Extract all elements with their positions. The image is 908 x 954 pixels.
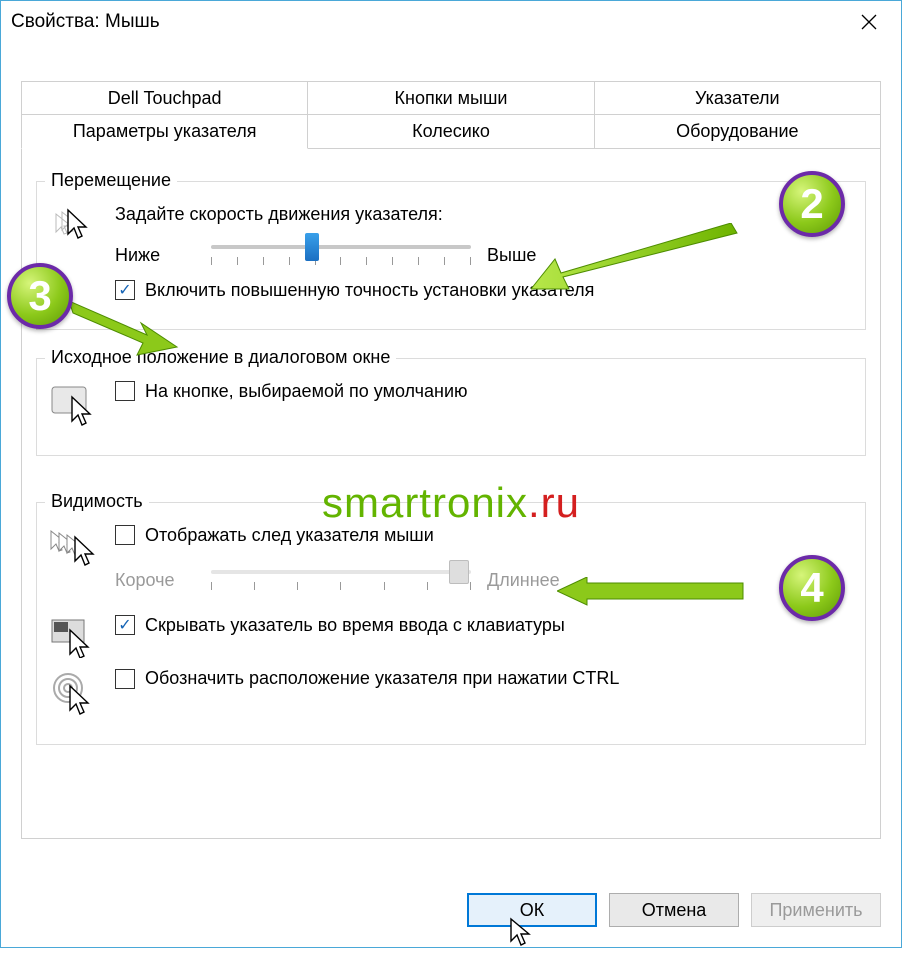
pointer-trails-icon [47, 525, 101, 569]
trail-short-label: Короче [115, 570, 195, 591]
snap-to-icon [47, 381, 101, 427]
ok-button[interactable]: ОК [467, 893, 597, 927]
apply-button: Применить [751, 893, 881, 927]
show-location-ctrl-label: Обозначить расположение указателя при на… [145, 668, 619, 689]
pointer-speed-slider[interactable] [211, 237, 471, 273]
tab-pointers[interactable]: Указатели [595, 81, 881, 115]
hide-when-typing-label: Скрывать указатель во время ввода с клав… [145, 615, 565, 636]
enhance-precision-checkbox[interactable]: ✓ Включить повышенную точность установки… [115, 280, 594, 301]
hide-when-typing-checkbox[interactable]: ✓ Скрывать указатель во время ввода с кл… [115, 615, 565, 636]
tab-pointer-options[interactable]: Параметры указателя [21, 114, 308, 149]
group-visibility: Видимость Отображать след указателя мыши [36, 502, 866, 746]
mouse-properties-window: Свойства: Мышь Dell Touchpad Кнопки мыши… [0, 0, 902, 948]
tab-mouse-buttons[interactable]: Кнопки мыши [308, 81, 594, 115]
checkmark-icon: ✓ [115, 280, 135, 300]
checkmark-icon: ✓ [115, 615, 135, 635]
speed-low-label: Ниже [115, 245, 195, 266]
annotation-badge-2: 2 [779, 171, 845, 237]
trail-length-slider [211, 562, 471, 598]
tabs-row-2: Параметры указателя Колесико Оборудовани… [21, 114, 881, 149]
tabs-row-1: Dell Touchpad Кнопки мыши Указатели [21, 81, 881, 115]
cancel-button[interactable]: Отмена [609, 893, 739, 927]
snap-to-default-label: На кнопке, выбираемой по умолчанию [145, 381, 468, 402]
motion-instruction: Задайте скорость движения указателя: [115, 204, 855, 225]
hide-typing-icon [47, 614, 101, 658]
tab-wheel[interactable]: Колесико [308, 114, 594, 149]
enhance-precision-label: Включить повышенную точность установки у… [145, 280, 594, 301]
group-visibility-legend: Видимость [45, 491, 149, 512]
close-icon [861, 14, 877, 30]
tab-dell-touchpad[interactable]: Dell Touchpad [21, 81, 308, 115]
annotation-arrow-4 [557, 577, 747, 617]
display-trails-checkbox[interactable]: Отображать след указателя мыши [115, 525, 434, 546]
window-title: Свойства: Мышь [11, 11, 160, 33]
cursor-icon [509, 917, 531, 947]
group-motion-legend: Перемещение [45, 170, 177, 191]
snap-to-default-checkbox[interactable]: На кнопке, выбираемой по умолчанию [115, 381, 468, 402]
motion-cursor-icon [47, 204, 101, 244]
show-location-ctrl-checkbox[interactable]: Обозначить расположение указателя при на… [115, 668, 619, 689]
tab-hardware[interactable]: Оборудование [595, 114, 881, 149]
watermark: smartronix.ru [322, 479, 580, 527]
ctrl-locate-icon [47, 668, 101, 716]
group-snap-to: Исходное положение в диалоговом окне На … [36, 358, 866, 456]
titlebar: Свойства: Мышь [1, 1, 901, 43]
display-trails-label: Отображать след указателя мыши [145, 525, 434, 546]
annotation-badge-4: 4 [779, 555, 845, 621]
close-button[interactable] [847, 6, 891, 38]
annotation-arrow-3 [69, 301, 179, 359]
trail-long-label: Длиннее [487, 570, 567, 591]
annotation-arrow-2 [531, 223, 741, 293]
annotation-badge-3: 3 [7, 263, 73, 329]
dialog-content: Dell Touchpad Кнопки мыши Указатели Пара… [21, 81, 881, 875]
